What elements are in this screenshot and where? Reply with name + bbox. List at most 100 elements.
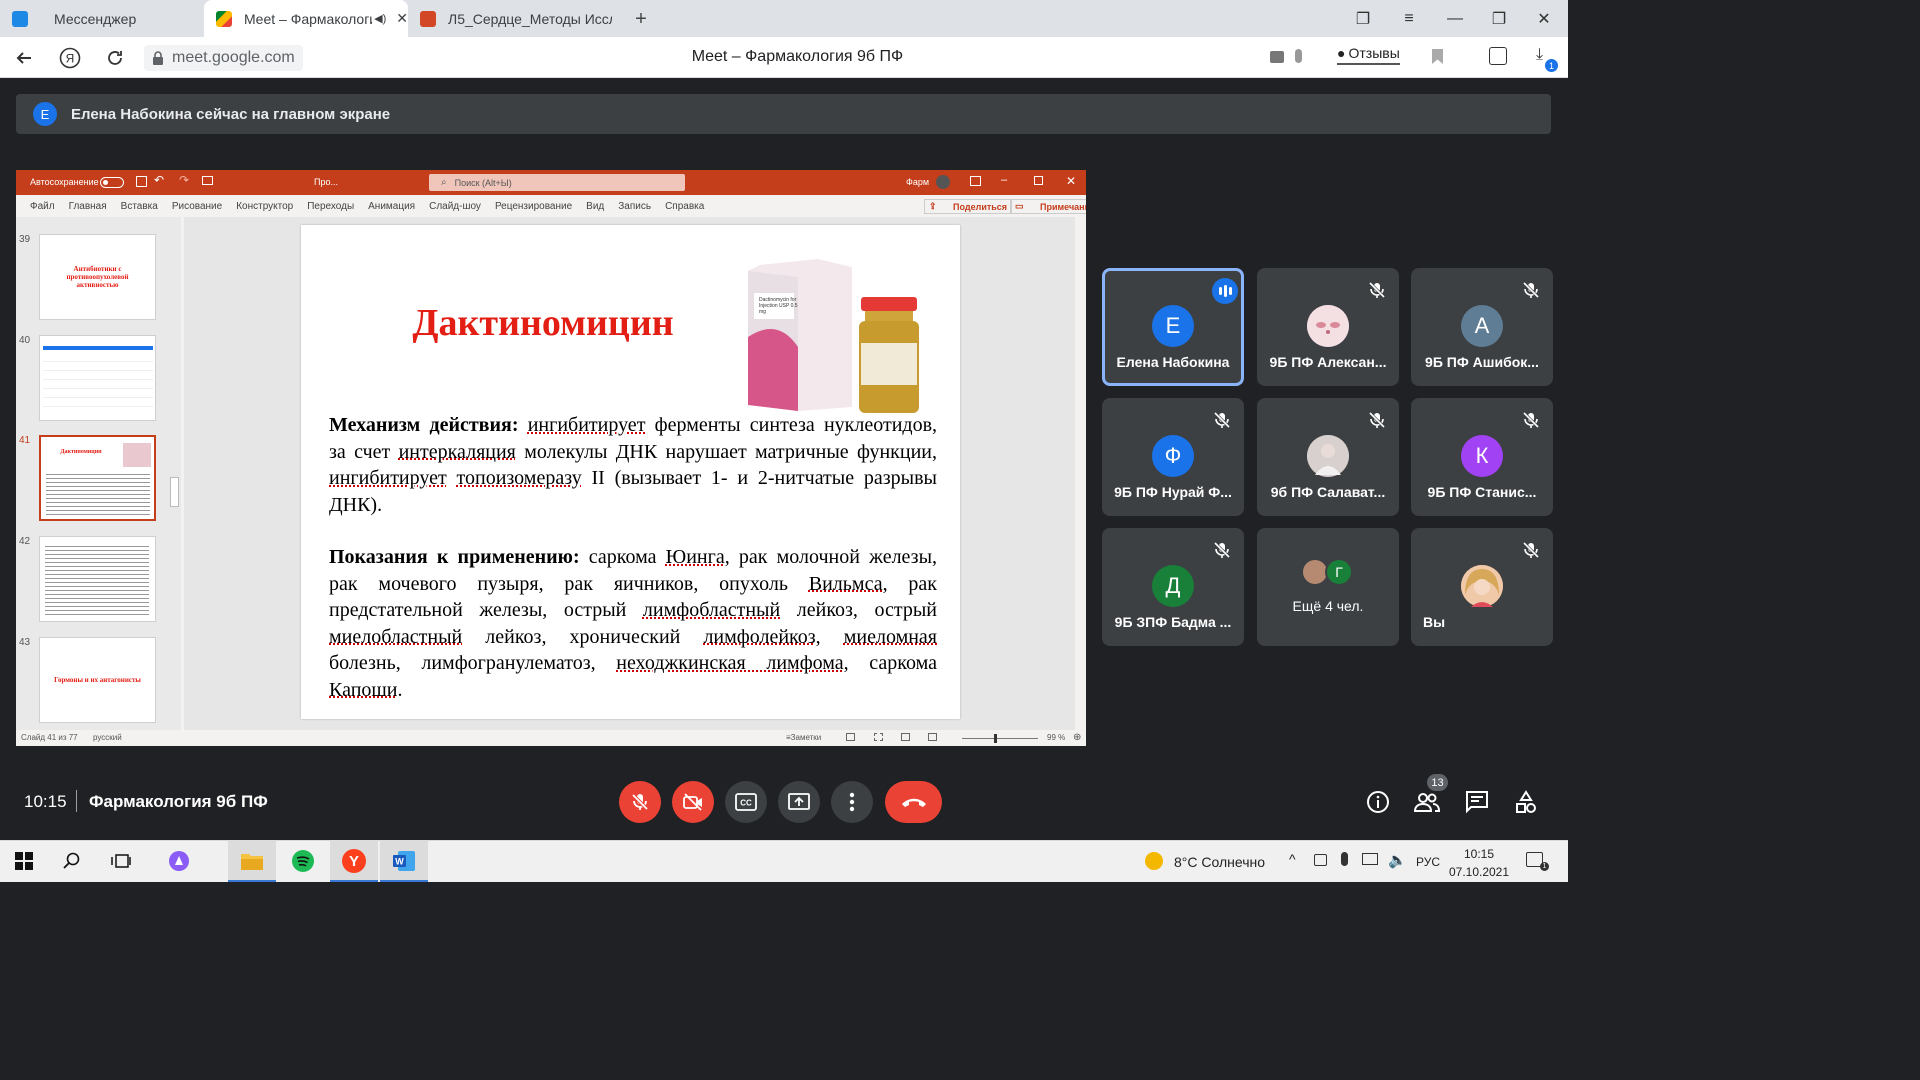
undo-icon[interactable]: ↶: [154, 173, 164, 187]
microphone-in-use-icon[interactable]: [1341, 852, 1348, 866]
comments-button[interactable]: ▭ Примечания: [1010, 199, 1086, 214]
tab-messenger[interactable]: Мессенджер: [0, 0, 204, 37]
slide-thumbnails[interactable]: 39 Антибиотики с противоопухолевой актив…: [16, 217, 181, 730]
ribbon-options-icon[interactable]: [970, 176, 981, 186]
slideshow-view-icon[interactable]: [928, 733, 937, 741]
volume-icon[interactable]: 🔈: [1388, 851, 1407, 869]
downloads-icon[interactable]: ⤓: [1536, 46, 1543, 64]
menu-insert[interactable]: Вставка: [121, 201, 158, 212]
participant-tile[interactable]: А 9Б ПФ Ашибок...: [1411, 268, 1553, 386]
save-icon[interactable]: [136, 176, 147, 187]
close-window-button[interactable]: ✕: [1521, 0, 1567, 37]
menu-view[interactable]: Вид: [586, 201, 604, 212]
participant-tile[interactable]: Д 9Б ЗПФ Бадма ...: [1102, 528, 1244, 646]
meeting-details-button[interactable]: [1365, 789, 1391, 815]
menu-transitions[interactable]: Переходы: [307, 201, 354, 212]
bookmarks-icon[interactable]: ❐: [1340, 0, 1386, 37]
menu-record[interactable]: Запись: [618, 201, 651, 212]
menu-design[interactable]: Конструктор: [236, 201, 293, 212]
collections-icon[interactable]: [1489, 47, 1507, 65]
current-slide[interactable]: Дактиномицин Dactinomycin for Injection …: [301, 225, 960, 719]
more-options-button[interactable]: [831, 781, 873, 823]
chat-button[interactable]: [1464, 789, 1490, 815]
feedback-button[interactable]: ● Отзывы: [1337, 45, 1400, 65]
present-screen-button[interactable]: [778, 781, 820, 823]
participant-tile[interactable]: 9Б ПФ Алексан...: [1257, 268, 1399, 386]
weather-text[interactable]: 8°C Солнечно: [1174, 854, 1265, 870]
menu-home[interactable]: Главная: [69, 201, 107, 212]
thumbnail-scrollbar[interactable]: [170, 477, 179, 507]
ppt-search-box[interactable]: ⌕ Поиск (Alt+Ы): [429, 174, 685, 191]
maximize-button[interactable]: ❐: [1476, 0, 1522, 37]
network-icon[interactable]: [1362, 853, 1378, 865]
menu-draw[interactable]: Рисование: [172, 201, 222, 212]
yandex-browser-button[interactable]: Y: [330, 840, 378, 882]
microphone-icon[interactable]: [1295, 49, 1302, 63]
editor-scrollbar[interactable]: [1075, 217, 1086, 730]
slide-thumbnail[interactable]: Гормоны и их антагонисты: [39, 637, 156, 723]
participant-tile[interactable]: К 9Б ПФ Станис...: [1411, 398, 1553, 516]
system-clock[interactable]: 10:15 07.10.2021: [1446, 845, 1512, 881]
weather-sun-icon[interactable]: [1145, 852, 1163, 870]
account-avatar[interactable]: [936, 175, 950, 189]
search-button[interactable]: [48, 840, 96, 882]
normal-view-icon[interactable]: [846, 733, 855, 741]
back-button[interactable]: [12, 46, 36, 70]
zoom-slider[interactable]: [962, 738, 1038, 739]
reload-button[interactable]: [103, 46, 127, 70]
camera-icon[interactable]: [1270, 51, 1284, 63]
fit-slide-icon[interactable]: ⊕: [1073, 732, 1081, 743]
more-participants-tile[interactable]: Г Ещё 4 чел.: [1257, 528, 1399, 646]
camera-toggle-button[interactable]: [672, 781, 714, 823]
menu-icon[interactable]: ≡: [1386, 0, 1432, 37]
self-tile[interactable]: Вы: [1411, 528, 1553, 646]
share-button[interactable]: ⇪ Поделиться: [924, 199, 1013, 214]
slide-thumbnail[interactable]: [39, 335, 156, 421]
menu-help[interactable]: Справка: [665, 201, 704, 212]
document-name[interactable]: Про...: [314, 177, 338, 187]
sorter-view-icon[interactable]: [874, 733, 883, 741]
menu-animations[interactable]: Анимация: [368, 201, 415, 212]
autosave-toggle[interactable]: [100, 177, 124, 188]
participants-button[interactable]: [1414, 789, 1440, 815]
menu-review[interactable]: Рецензирование: [495, 201, 572, 212]
alice-assistant-button[interactable]: [155, 840, 203, 882]
leave-call-button[interactable]: [885, 781, 942, 823]
slide-thumbnail-selected[interactable]: Дактиномицин: [39, 435, 156, 521]
spotify-button[interactable]: [279, 840, 327, 882]
menu-slideshow[interactable]: Слайд-шоу: [429, 201, 481, 212]
zoom-slider-thumb[interactable]: [994, 734, 997, 743]
file-explorer-button[interactable]: [228, 840, 276, 882]
ppt-maximize-button[interactable]: [1034, 176, 1043, 185]
activities-button[interactable]: [1513, 789, 1539, 815]
word-button[interactable]: W: [380, 840, 428, 882]
show-hidden-icons-icon[interactable]: ^: [1289, 851, 1296, 867]
yandex-icon[interactable]: Я: [58, 46, 82, 70]
url-field[interactable]: meet.google.com: [144, 45, 303, 71]
input-language[interactable]: РУС: [1416, 855, 1440, 869]
participant-tile[interactable]: 9б ПФ Салават...: [1257, 398, 1399, 516]
microphone-toggle-button[interactable]: [619, 781, 661, 823]
tab-presentation[interactable]: Л5_Сердце_Методы Иссле: [408, 0, 612, 37]
tab-meet[interactable]: Meet – Фармакологи ◀) ✕: [204, 0, 408, 37]
zoom-level[interactable]: 99 %: [1047, 733, 1065, 742]
captions-button[interactable]: CC: [725, 781, 767, 823]
new-tab-button[interactable]: +: [628, 6, 654, 32]
notes-button[interactable]: ≡Заметки: [786, 733, 821, 742]
slide-thumbnail[interactable]: Антибиотики с противоопухолевой активнос…: [39, 234, 156, 320]
minimize-button[interactable]: —: [1432, 0, 1478, 37]
menu-file[interactable]: Файл: [30, 201, 55, 212]
ppt-minimize-button[interactable]: –: [1001, 174, 1007, 186]
participant-tile[interactable]: Е Елена Набокина: [1102, 268, 1244, 386]
close-tab-icon[interactable]: ✕: [396, 10, 408, 27]
account-name[interactable]: Фарм: [906, 177, 929, 187]
reading-view-icon[interactable]: [901, 733, 910, 741]
participant-tile[interactable]: Ф 9Б ПФ Нурай Ф...: [1102, 398, 1244, 516]
start-button[interactable]: [0, 840, 48, 882]
ppt-close-button[interactable]: ✕: [1066, 174, 1076, 188]
redo-icon[interactable]: ↷: [179, 173, 189, 187]
present-icon[interactable]: [202, 176, 213, 185]
meet-now-icon[interactable]: [1314, 854, 1327, 866]
slide-thumbnail[interactable]: [39, 536, 156, 622]
task-view-button[interactable]: [97, 840, 145, 882]
